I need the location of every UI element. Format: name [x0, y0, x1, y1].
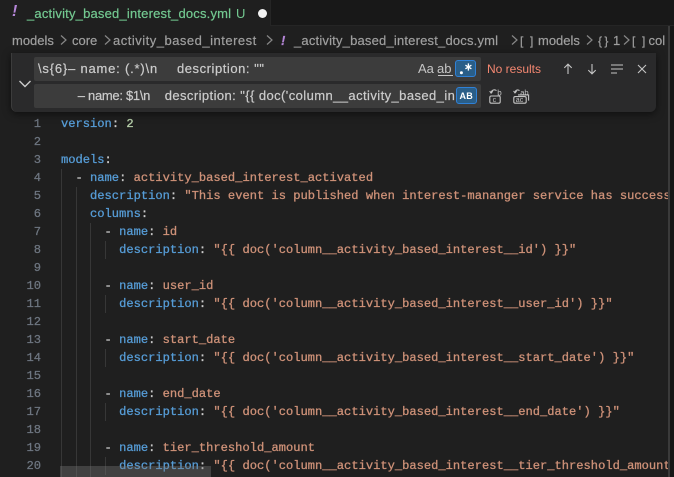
svg-text:ac: ac	[516, 97, 524, 104]
svg-text:ab: ab	[520, 88, 528, 97]
svg-text:c: c	[493, 97, 497, 104]
